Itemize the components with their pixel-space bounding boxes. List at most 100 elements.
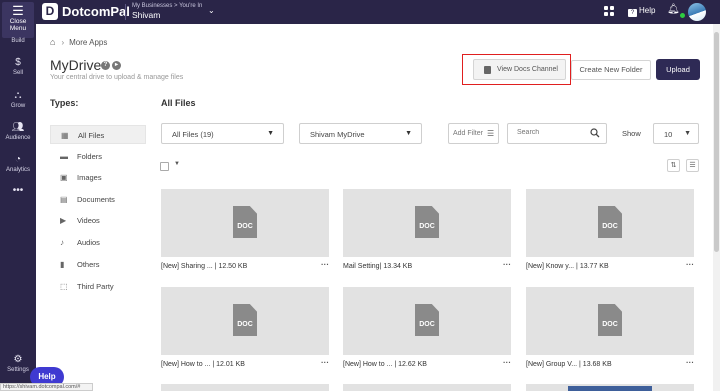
type-videos[interactable]: ▶ Videos (50, 211, 146, 230)
scrollbar-thumb[interactable] (714, 32, 719, 252)
sidebar-item-audience[interactable]: 👥︎ Audience (0, 122, 36, 142)
play-circle-icon[interactable]: ▸ (112, 61, 121, 70)
upload-button[interactable]: Upload (656, 59, 700, 80)
file-thumbnail[interactable]: DOC (161, 189, 329, 257)
type-all-files[interactable]: ▦ All Files (50, 125, 146, 144)
type-label: Images (77, 173, 102, 182)
sidebar-item-label: Grow (10, 103, 26, 109)
third-party-icon: ⬚ (60, 282, 68, 291)
page-size-select[interactable]: 10 ▼ (653, 123, 699, 144)
file-filter-select[interactable]: All Files (19) ▼ (161, 123, 284, 144)
sort-view-button[interactable]: ⇅ (667, 159, 680, 172)
status-url: https://shivam.dotcompal.com/# (0, 383, 93, 391)
grid-icon: ▦ (61, 131, 69, 140)
type-label: Folders (77, 152, 103, 161)
sidebar-item-more[interactable]: ••• (0, 185, 36, 197)
sidebar-item-analytics[interactable]: ◔ Analytics (0, 154, 36, 174)
file-caption: Mail Setting| 13.34 KB (343, 263, 413, 270)
more-options-icon[interactable]: ··· (503, 260, 511, 269)
caret-down-icon[interactable]: ▼ (174, 161, 180, 167)
type-audios[interactable]: ♪ Audios (50, 233, 146, 252)
list-view-button[interactable]: ☰ (686, 159, 699, 172)
types-heading: Types: (50, 98, 79, 108)
file-thumbnail[interactable] (526, 384, 694, 391)
help-circle-icon[interactable]: ? (101, 61, 110, 70)
file-caption: [New] Group V... | 13.68 KB (526, 361, 612, 368)
sidebar-item-sell[interactable]: $ Sell (0, 57, 36, 77)
video-icon: ▶ (60, 216, 67, 225)
chevron-down-icon[interactable]: ⌄ (208, 6, 215, 15)
business-switcher[interactable]: Shivam (132, 10, 160, 20)
sidebar-item-label: Sell (12, 70, 23, 76)
file-caption: [New] Know y... | 13.77 KB (526, 263, 609, 270)
more-options-icon[interactable]: ··· (321, 260, 329, 269)
analytics-icon: ◔ (14, 154, 22, 165)
file-thumbnail[interactable]: DOC (343, 189, 511, 257)
button-label: Add Filter (453, 130, 483, 137)
gear-icon: ⚙ (13, 354, 23, 365)
sidebar-item-grow[interactable]: ⛬ Grow (0, 90, 36, 110)
select-value: All Files (19) (172, 130, 214, 139)
add-filter-button[interactable]: Add Filter ☰ (448, 123, 499, 144)
file-thumbnail[interactable] (343, 384, 511, 391)
type-label: Third Party (77, 282, 114, 291)
create-new-folder-button[interactable]: Create New Folder (571, 60, 651, 80)
file-caption: [New] Sharing ... | 12.50 KB (161, 263, 248, 270)
file-thumbnail[interactable]: DOC (343, 287, 511, 355)
search-input[interactable] (517, 129, 587, 136)
file-thumbnail[interactable]: DOC (526, 189, 694, 257)
breadcrumb-current[interactable]: More Apps (69, 38, 107, 47)
sidebar-item-label: Build (11, 38, 25, 44)
file-caption: [New] How to ... | 12.62 KB (343, 361, 427, 368)
more-options-icon[interactable]: ··· (503, 358, 511, 367)
search-box[interactable] (507, 123, 607, 144)
doc-icon: DOC (233, 304, 257, 336)
help-icon: ? (628, 9, 637, 17)
divider (125, 4, 126, 20)
hamburger-icon: ☰ (12, 3, 24, 18)
sidebar-item-label: Analytics (5, 167, 30, 173)
more-options-icon[interactable]: ··· (686, 358, 694, 367)
file-thumbnail[interactable]: DOC (161, 287, 329, 355)
top-bar: D DotcomPal My Businesses > You're In Sh… (36, 0, 720, 24)
type-third-party[interactable]: ⬚ Third Party (50, 277, 146, 296)
sidebar-item-build[interactable]: Build (0, 37, 36, 45)
type-label: Others (77, 260, 100, 269)
file-icon: ▮ (60, 260, 65, 269)
doc-icon: DOC (598, 304, 622, 336)
doc-icon: DOC (233, 206, 257, 238)
search-icon[interactable] (590, 128, 600, 140)
type-folders[interactable]: ▬ Folders (50, 147, 146, 166)
image-preview (568, 386, 652, 391)
more-options-icon[interactable]: ··· (686, 260, 694, 269)
doc-icon: DOC (598, 206, 622, 238)
caret-down-icon: ▼ (684, 130, 691, 137)
logo-text: DotcomPal (62, 4, 130, 19)
select-value: 10 (664, 130, 673, 139)
apps-grid-icon[interactable] (604, 6, 614, 16)
highlight-box (462, 54, 571, 85)
help-link[interactable]: ? Help (628, 6, 655, 17)
caret-down-icon: ▼ (267, 130, 274, 137)
type-label: All Files (78, 131, 105, 140)
type-others[interactable]: ▮ Others (50, 255, 146, 274)
file-thumbnail[interactable] (161, 384, 329, 391)
avatar[interactable] (688, 3, 706, 21)
drive-select[interactable]: Shivam MyDrive ▼ (299, 123, 422, 144)
more-icon: ••• (12, 185, 24, 196)
file-thumbnail[interactable]: DOC (526, 287, 694, 355)
home-icon[interactable]: ⌂ (50, 37, 55, 47)
doc-icon: DOC (415, 206, 439, 238)
select-all-checkbox[interactable] (160, 162, 169, 171)
bell-icon[interactable]: 🔔︎ (667, 4, 680, 15)
left-sidebar: ☰ Close Menu Build $ Sell ⛬ Grow 👥︎ Audi… (0, 0, 36, 391)
show-label: Show (622, 129, 641, 138)
more-options-icon[interactable]: ··· (321, 358, 329, 367)
type-documents[interactable]: ▤ Documents (50, 190, 146, 209)
type-images[interactable]: ▣ Images (50, 168, 146, 187)
image-icon: ▣ (60, 173, 68, 182)
scrollbar[interactable] (713, 24, 720, 391)
type-label: Documents (77, 195, 115, 204)
close-menu-button[interactable]: ☰ Close Menu (2, 2, 34, 38)
caret-down-icon: ▼ (405, 130, 412, 137)
